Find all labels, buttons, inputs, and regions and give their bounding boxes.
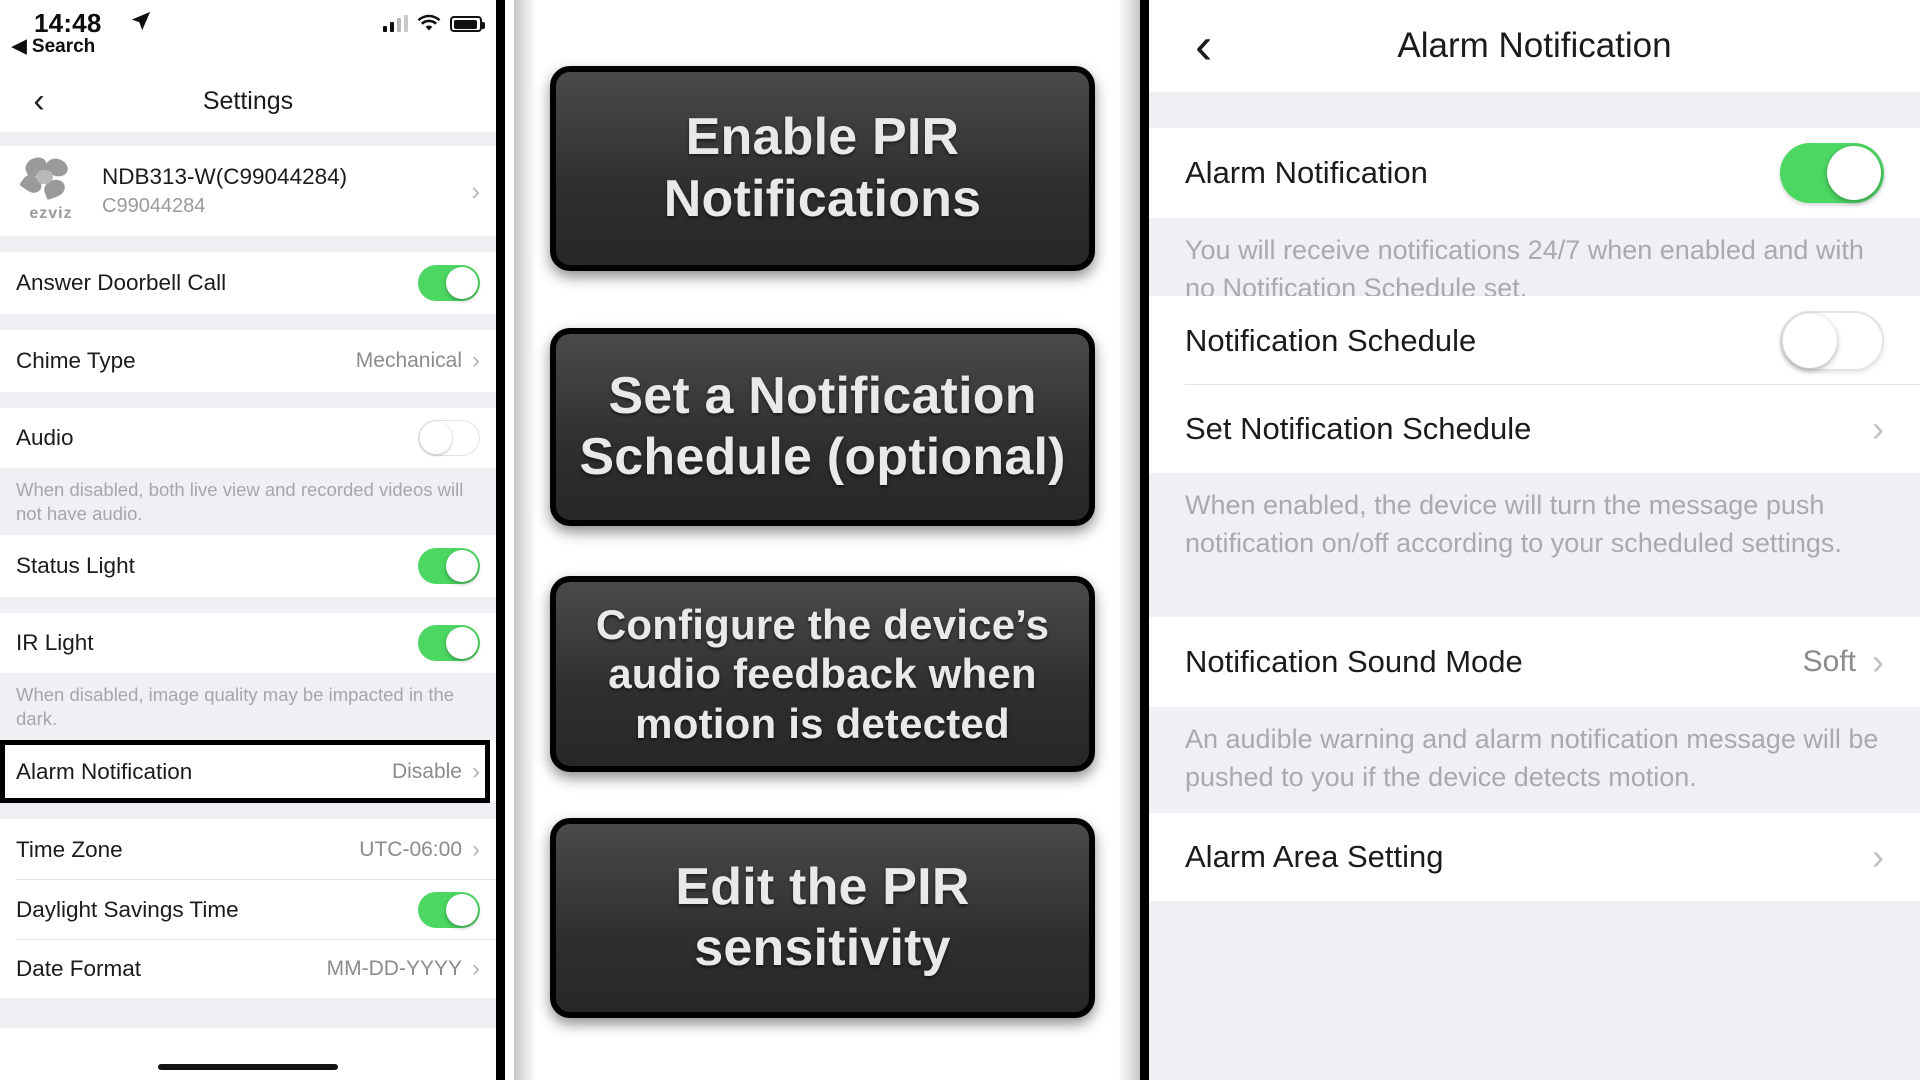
row-label: Notification Schedule <box>1185 322 1477 358</box>
highlight-wrapper-alarm-notification: Alarm Notification Disable › <box>0 740 496 803</box>
chevron-right-icon: › <box>472 955 480 982</box>
chevron-right-icon: › <box>1872 641 1884 682</box>
row-label: Set Notification Schedule <box>1185 411 1532 446</box>
status-bar: 14:48 ◀ Search <box>0 0 496 70</box>
page-edge-shadow-left <box>514 0 536 1080</box>
row-answer-doorbell-call[interactable]: Answer Doorbell Call <box>0 252 496 314</box>
row-audio[interactable]: Audio <box>0 408 496 468</box>
ezviz-logo-icon: ezviz <box>16 154 86 224</box>
chevron-right-icon: › <box>472 835 480 863</box>
right-phone-alarm-notification-screen: ‹ Alarm Notification Alarm Notification … <box>1140 0 1920 1080</box>
toggle-notification-schedule[interactable] <box>1780 310 1884 371</box>
callout-audio-feedback: Configure the device’s audio feedback wh… <box>550 576 1095 772</box>
group-gap <box>0 392 496 408</box>
battery-icon <box>450 16 485 32</box>
chevron-right-icon: › <box>472 757 480 785</box>
row-set-notification-schedule[interactable]: Set Notification Schedule › <box>1149 385 1920 473</box>
group-gap <box>0 998 496 1028</box>
row-label: Date Format <box>16 956 142 981</box>
callout-pir-sensitivity: Edit the PIR sensitivity <box>550 818 1095 1018</box>
toggle-knob <box>446 550 478 582</box>
toggle-alarm-notification[interactable] <box>1780 143 1884 203</box>
toggle-knob <box>420 422 452 454</box>
row-alarm-notification[interactable]: Alarm Notification Disable › <box>0 740 496 803</box>
chevron-right-icon: › <box>471 175 480 206</box>
row-label: Status Light <box>16 553 135 578</box>
chevron-right-icon: › <box>1872 408 1884 449</box>
callout-enable-pir: Enable PIR Notifications <box>550 66 1095 271</box>
note-audio: When disabled, both live view and record… <box>0 468 496 535</box>
row-notification-sound-mode[interactable]: Notification Sound Mode Soft › <box>1149 617 1920 707</box>
row-value: Disable <box>391 759 462 783</box>
row-label: Alarm Notification <box>1185 155 1428 190</box>
toggle-audio[interactable] <box>418 420 480 456</box>
row-label: Answer Doorbell Call <box>16 270 227 295</box>
toggle-knob <box>446 267 478 299</box>
device-serial: C99044284 <box>102 195 206 217</box>
note-notification-schedule: When enabled, the device will turn the m… <box>1149 473 1920 617</box>
row-value: Soft <box>1802 645 1856 678</box>
toggle-knob <box>1827 146 1881 200</box>
row-label: Notification Sound Mode <box>1185 644 1523 679</box>
row-label: IR Light <box>16 630 94 655</box>
group-gap <box>0 597 496 613</box>
group-gap <box>0 236 496 252</box>
toggle-daylight-savings-time[interactable] <box>418 892 480 928</box>
page-title: Settings <box>202 86 294 115</box>
row-notification-schedule[interactable]: Notification Schedule <box>1149 296 1920 385</box>
left-nav-bar: ‹ Settings <box>0 70 496 132</box>
note-notification-sound-mode: An audible warning and alarm notificatio… <box>1149 707 1920 813</box>
row-value: UTC-06:00 <box>359 837 462 861</box>
toggle-knob <box>446 894 478 926</box>
toggle-knob <box>446 627 478 659</box>
group-gap <box>0 314 496 330</box>
chevron-right-icon: › <box>472 347 480 374</box>
toggle-status-light[interactable] <box>418 548 480 584</box>
right-nav-bar: ‹ Alarm Notification <box>1149 0 1920 92</box>
row-daylight-savings-time[interactable]: Daylight Savings Time <box>0 880 496 940</box>
row-date-format[interactable]: Date Format MM-DD-YYYY › <box>0 940 496 998</box>
cellular-signal-icon <box>382 15 408 32</box>
callout-notification-schedule: Set a Notification Schedule (optional) <box>550 328 1095 526</box>
group-gap <box>0 803 496 819</box>
note-alarm-notification: You will receive notifications 24/7 when… <box>1149 218 1920 303</box>
group-gap <box>1149 901 1920 1080</box>
row-ir-light[interactable]: IR Light <box>0 613 496 673</box>
row-label: Chime Type <box>16 348 136 373</box>
toggle-ir-light[interactable] <box>418 625 480 661</box>
row-value: Mechanical <box>355 349 462 372</box>
device-card[interactable]: ezviz NDB313-W(C99044284) C99044284 › <box>0 146 496 236</box>
row-alarm-notification[interactable]: Alarm Notification <box>1149 128 1920 218</box>
chevron-right-icon: › <box>1872 836 1884 877</box>
row-label: Alarm Area Setting <box>1185 839 1444 874</box>
screenshot-root: 14:48 ◀ Search ‹ Settings ezviz NDB313-W… <box>0 0 1920 1080</box>
status-bar-indicators <box>382 14 485 32</box>
page-edge-shadow-right <box>1118 0 1140 1080</box>
home-indicator <box>158 1064 338 1070</box>
page-title: Alarm Notification <box>1397 26 1672 65</box>
back-to-search-link[interactable]: ◀ Search <box>12 35 95 58</box>
row-alarm-area-setting[interactable]: Alarm Area Setting › <box>1149 813 1920 901</box>
row-chime-type[interactable]: Chime Type Mechanical › <box>0 330 496 392</box>
wifi-icon <box>417 14 441 32</box>
row-label: Audio <box>16 425 74 450</box>
back-button[interactable]: ‹ <box>22 84 56 118</box>
group-gap <box>1149 92 1920 128</box>
row-label: Time Zone <box>16 836 123 862</box>
left-phone-settings-screen: 14:48 ◀ Search ‹ Settings ezviz NDB313-W… <box>0 0 505 1080</box>
back-button[interactable]: ‹ <box>1195 20 1212 72</box>
row-label: Daylight Savings Time <box>16 897 239 922</box>
row-status-light[interactable]: Status Light <box>0 535 496 597</box>
ezviz-wordmark: ezviz <box>29 205 73 222</box>
row-time-zone[interactable]: Time Zone UTC-06:00 › <box>0 819 496 880</box>
note-ir-light: When disabled, image quality may be impa… <box>0 673 496 740</box>
row-label: Alarm Notification <box>16 758 193 784</box>
toggle-answer-doorbell-call[interactable] <box>418 265 480 301</box>
location-arrow-icon <box>130 10 152 38</box>
row-value: MM-DD-YYYY <box>326 957 462 980</box>
toggle-knob <box>1783 313 1837 368</box>
group-gap <box>0 132 496 146</box>
device-name: NDB313-W(C99044284) <box>102 164 348 189</box>
